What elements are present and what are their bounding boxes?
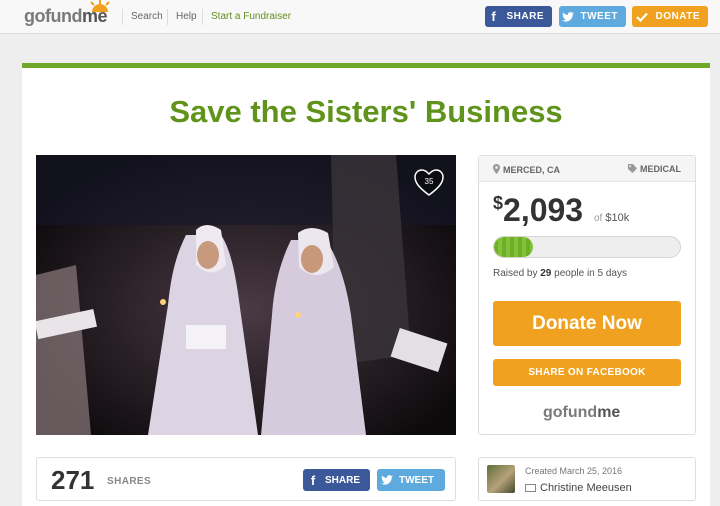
logo-text-gofund: gofund	[24, 6, 82, 26]
tweet-label: TWEET	[580, 11, 618, 22]
progress-bar-fill	[494, 237, 534, 257]
share-count: 271	[51, 465, 95, 495]
envelope-icon	[525, 484, 536, 492]
goal: of $10k	[594, 212, 629, 224]
donate-top-button[interactable]: DONATE	[632, 6, 708, 27]
sun-icon	[90, 0, 110, 12]
share-label: SHARE	[325, 474, 361, 486]
gofundme-logo[interactable]: gofundme	[24, 0, 110, 27]
facebook-icon: f	[310, 472, 316, 488]
campaign-meta: MERCED, CA MEDICAL	[479, 156, 695, 182]
map-pin-icon	[493, 164, 500, 174]
facebook-share-button[interactable]: f SHARE	[303, 469, 370, 491]
creator-name: Christine Meeusen	[540, 482, 632, 494]
amount-raised: $2,093	[493, 192, 583, 229]
donation-panel: MERCED, CA MEDICAL $2,093 of $10k Raised…	[478, 155, 696, 435]
donate-label: DONATE	[655, 11, 700, 22]
checkmark-icon	[632, 6, 652, 27]
campaign-photo[interactable]: 35	[36, 155, 456, 435]
category[interactable]: MEDICAL	[628, 164, 681, 174]
shares-box: 271 SHARES f SHARE TWEET	[36, 457, 456, 501]
campaign-photo-image	[36, 155, 456, 435]
location-text: MERCED, CA	[503, 165, 561, 175]
raised-by-suffix: people in 5 days	[554, 268, 627, 279]
donate-now-button[interactable]: Donate Now	[493, 301, 681, 346]
raised-by-text: Raised by 29 people in 5 days	[493, 268, 627, 279]
category-text: MEDICAL	[640, 164, 681, 174]
facebook-icon: f	[491, 9, 497, 24]
logo-text-me: me	[597, 404, 621, 421]
share-count-label: SHARES	[107, 476, 152, 487]
campaign-card: Save the Sisters' Business 35 MERCED, CA…	[22, 63, 710, 506]
top-nav: gofundme Search Help Start a Fundraiser …	[0, 0, 720, 34]
creator-contact[interactable]: Christine Meeusen	[525, 482, 632, 494]
nav-divider	[167, 9, 168, 25]
twitter-tweet-button[interactable]: TWEET	[559, 6, 626, 27]
tag-icon	[628, 164, 637, 173]
gofundme-footer-logo[interactable]: gofundme	[543, 404, 620, 422]
creator-avatar[interactable]	[487, 465, 515, 493]
share-label: SHARE	[506, 11, 544, 22]
created-date: Created March 25, 2016	[525, 466, 623, 476]
nav-search-link[interactable]: Search	[131, 11, 163, 22]
goal-prefix: of	[594, 213, 603, 224]
creator-box: Created March 25, 2016 Christine Meeusen	[478, 457, 696, 501]
goal-value: $10k	[605, 212, 630, 224]
tweet-label: TWEET	[399, 474, 434, 486]
raised-value: 2,093	[503, 192, 584, 228]
raised-by-prefix: Raised by	[493, 268, 538, 279]
twitter-bird-icon	[559, 6, 577, 27]
nav-divider	[202, 9, 203, 25]
currency-symbol: $	[493, 193, 504, 213]
nav-start-fundraiser-link[interactable]: Start a Fundraiser	[211, 11, 291, 22]
share-on-facebook-button[interactable]: SHARE ON FACEBOOK	[493, 359, 681, 386]
campaign-title: Save the Sisters' Business	[169, 94, 563, 129]
logo-text-gofund: gofund	[543, 404, 598, 421]
progress-bar	[493, 236, 681, 258]
heart-count: 35	[424, 177, 434, 186]
donor-count: 29	[540, 268, 552, 279]
twitter-tweet-button[interactable]: TWEET	[377, 469, 445, 491]
location[interactable]: MERCED, CA	[493, 164, 560, 175]
facebook-share-button[interactable]: f SHARE	[485, 6, 552, 27]
nav-divider	[122, 9, 123, 25]
nav-help-link[interactable]: Help	[176, 11, 197, 22]
twitter-bird-icon	[377, 473, 397, 488]
